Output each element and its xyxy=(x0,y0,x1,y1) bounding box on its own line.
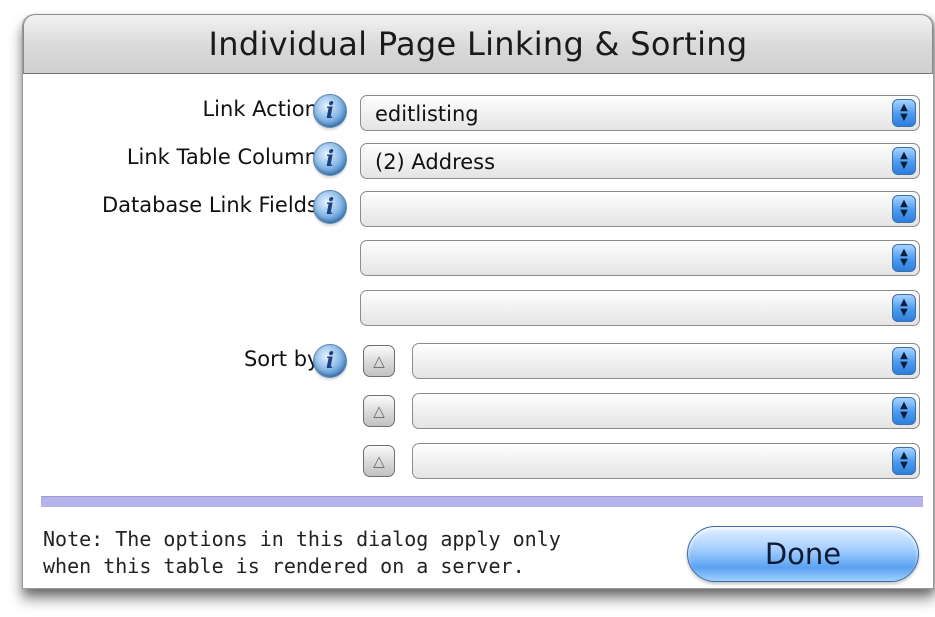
up-down-arrows-icon: ▲ ▼ xyxy=(892,447,916,475)
up-down-arrows-icon: ▲ ▼ xyxy=(892,347,916,375)
link-action-value: editlisting xyxy=(375,102,479,126)
server-note-line-1: Note: The options in this dialog apply o… xyxy=(43,527,561,551)
server-note-line-2: when this table is rendered on a server. xyxy=(43,554,525,578)
sort-ascending-icon: △ xyxy=(373,352,385,370)
database-link-field-select-1[interactable]: ▲ ▼ xyxy=(360,191,920,227)
link-table-column-label: Link Table Column: xyxy=(126,145,325,169)
link-table-column-info-icon[interactable]: i xyxy=(313,142,347,176)
sort-direction-button-3[interactable]: △ xyxy=(363,445,395,477)
sort-direction-button-2[interactable]: △ xyxy=(363,395,395,427)
up-down-arrows-icon: ▲ ▼ xyxy=(892,244,916,272)
link-action-info-icon[interactable]: i xyxy=(313,94,347,128)
dialog-title: Individual Page Linking & Sorting xyxy=(208,25,748,63)
link-table-column-value: (2) Address xyxy=(375,150,496,174)
link-action-label: Link Action: xyxy=(202,97,325,121)
sort-by-select-2[interactable]: ▲ ▼ xyxy=(412,393,920,429)
up-down-arrows-icon: ▲ ▼ xyxy=(892,294,916,322)
done-button[interactable]: Done xyxy=(687,526,919,582)
database-link-field-select-2[interactable]: ▲ ▼ xyxy=(360,240,920,276)
server-note: Note: The options in this dialog apply o… xyxy=(43,526,683,580)
sort-ascending-icon: △ xyxy=(373,402,385,420)
dialog-titlebar: Individual Page Linking & Sorting xyxy=(23,14,933,74)
up-down-arrows-icon: ▲ ▼ xyxy=(892,147,916,175)
linking-sorting-dialog: Individual Page Linking & Sorting Link A… xyxy=(22,14,934,589)
sort-direction-button-1[interactable]: △ xyxy=(363,345,395,377)
footer-divider xyxy=(41,496,923,507)
database-link-fields-label: Database Link Fields: xyxy=(101,193,325,217)
link-table-column-select[interactable]: (2) Address ▲ ▼ xyxy=(360,143,920,179)
sort-ascending-icon: △ xyxy=(373,452,385,470)
database-link-field-select-3[interactable]: ▲ ▼ xyxy=(360,290,920,326)
sort-by-select-1[interactable]: ▲ ▼ xyxy=(412,343,920,379)
sort-by-info-icon[interactable]: i xyxy=(313,344,347,378)
database-link-fields-info-icon[interactable]: i xyxy=(313,190,347,224)
up-down-arrows-icon: ▲ ▼ xyxy=(892,195,916,223)
link-action-select[interactable]: editlisting ▲ ▼ xyxy=(360,95,920,131)
up-down-arrows-icon: ▲ ▼ xyxy=(892,99,916,127)
up-down-arrows-icon: ▲ ▼ xyxy=(892,397,916,425)
sort-by-select-3[interactable]: ▲ ▼ xyxy=(412,443,920,479)
